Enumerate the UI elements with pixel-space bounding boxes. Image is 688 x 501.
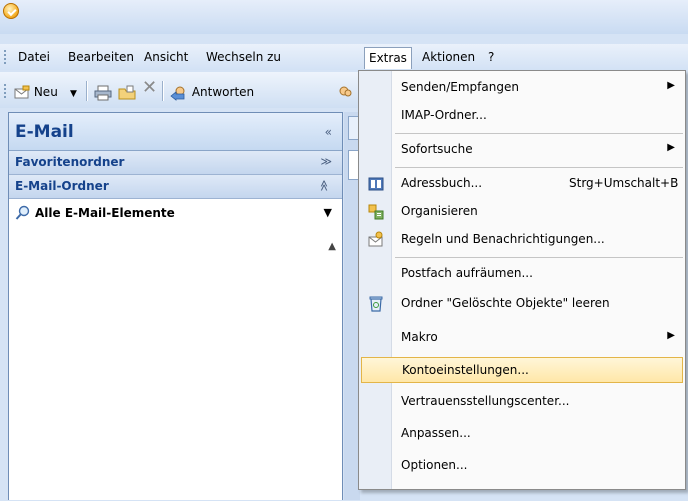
new-mail-icon <box>14 85 30 98</box>
move-to-folder-icon <box>118 85 136 99</box>
menu-item-label: Anpassen... <box>401 426 471 440</box>
favorites-label: Favoritenordner <box>15 155 125 169</box>
menu-datei[interactable]: Datei <box>14 49 54 67</box>
title-bar <box>0 0 688 34</box>
rules-icon <box>368 231 383 247</box>
print-button[interactable] <box>94 84 112 102</box>
menu-item-label: Regeln und Benachrichtigungen... <box>401 232 605 246</box>
menu-item-geloeschte-leeren[interactable]: Ordner "Gelöschte Objekte" leeren <box>361 291 683 317</box>
menu-item-label: Adressbuch... <box>401 176 483 190</box>
mail-folders-section[interactable]: E-Mail-Ordner ≫ <box>9 175 342 199</box>
menu-bar: Datei Bearbeiten Ansicht Wechseln zu Ext… <box>0 44 688 70</box>
navigation-pane: E-Mail « Favoritenordner ≫ E-Mail-Ordner… <box>8 112 343 500</box>
move-to-folder-button[interactable] <box>118 84 136 102</box>
all-mail-items-selector[interactable]: Alle E-Mail-Elemente ▼ <box>9 201 342 227</box>
menu-item-sofortsuche[interactable]: Sofortsuche ▶ <box>361 137 683 163</box>
nav-pane-title: E-Mail <box>15 122 74 142</box>
printer-icon <box>94 85 112 100</box>
new-dropdown-arrow-icon[interactable]: ▼ <box>70 86 77 104</box>
menu-item-adressbuch[interactable]: Adressbuch... Strg+Umschalt+B <box>361 171 683 197</box>
toolbar-grip[interactable] <box>4 84 8 98</box>
menu-item-kontoeinstellungen[interactable]: Kontoeinstellungen... <box>361 357 683 383</box>
menubar-grip[interactable] <box>4 50 8 64</box>
menu-item-makro[interactable]: Makro ▶ <box>361 325 683 351</box>
folder-scrollbar[interactable] <box>325 235 339 501</box>
submenu-arrow-icon: ▶ <box>667 330 675 341</box>
favorites-section[interactable]: Favoritenordner ≫ <box>9 151 342 175</box>
menu-wechseln-zu[interactable]: Wechseln zu <box>202 49 285 67</box>
menu-item-label: Postfach aufräumen... <box>401 266 533 280</box>
new-button-label: Neu <box>33 85 58 99</box>
menu-help[interactable]: ? <box>484 49 498 67</box>
reply-button-label: Antworten <box>191 85 255 99</box>
menu-item-postfach-aufraeumen[interactable]: Postfach aufräumen... <box>361 261 683 287</box>
chevron-down-icon[interactable]: ≫ <box>320 155 332 168</box>
submenu-arrow-icon: ▶ <box>667 80 675 91</box>
menu-item-organisieren[interactable]: Organisieren <box>361 199 683 225</box>
toolbar-separator <box>86 81 88 101</box>
menu-item-label: Ordner "Gelöschte Objekte" leeren <box>401 296 610 310</box>
scroll-up-icon[interactable]: ▲ <box>328 241 336 252</box>
menu-extras[interactable]: Extras <box>364 47 412 69</box>
extras-menu: Senden/Empfangen ▶ IMAP-Ordner... Sofort… <box>358 70 686 490</box>
menu-separator <box>395 133 683 134</box>
menu-item-label: Optionen... <box>401 458 468 472</box>
reply-all-icon <box>339 86 352 96</box>
menu-item-shortcut: Strg+Umschalt+B <box>569 176 679 190</box>
reply-icon <box>170 86 185 101</box>
outlook-app-icon[interactable] <box>3 3 19 19</box>
toolbar-separator <box>162 81 164 101</box>
menu-item-imap-ordner[interactable]: IMAP-Ordner... <box>361 103 683 129</box>
menu-item-label: IMAP-Ordner... <box>401 108 487 122</box>
menu-separator <box>395 257 683 258</box>
menu-item-label: Vertrauensstellungscenter... <box>401 394 570 408</box>
new-button[interactable]: Neu <box>14 84 58 102</box>
empty-trash-icon <box>369 296 383 312</box>
menu-item-label: Kontoeinstellungen... <box>402 363 529 377</box>
menu-item-vertrauensstellungscenter[interactable]: Vertrauensstellungscenter... <box>361 389 683 415</box>
menu-item-anpassen[interactable]: Anpassen... <box>361 421 683 447</box>
nav-pane-header: E-Mail « <box>9 113 342 151</box>
search-folder-icon <box>15 205 30 220</box>
submenu-arrow-icon: ▶ <box>667 142 675 153</box>
mail-folders-label: E-Mail-Ordner <box>15 179 109 193</box>
menu-bearbeiten[interactable]: Bearbeiten <box>64 49 138 67</box>
delete-icon[interactable]: ✕ <box>142 79 157 98</box>
reply-all-button[interactable] <box>334 84 352 102</box>
menu-item-senden-empfangen[interactable]: Senden/Empfangen ▶ <box>361 75 683 101</box>
address-book-icon <box>368 177 384 191</box>
menu-item-regeln[interactable]: Regeln und Benachrichtigungen... <box>361 227 683 253</box>
chevron-up-icon[interactable]: ≫ <box>318 180 331 192</box>
menu-item-label: Organisieren <box>401 204 478 218</box>
standard-toolbar: Neu ▼ ✕ Antworten <box>0 72 360 108</box>
menu-item-label: Makro <box>401 330 438 344</box>
collapse-pane-icon[interactable]: « <box>325 125 332 139</box>
all-mail-items-label: Alle E-Mail-Elemente <box>35 206 175 220</box>
menu-item-optionen[interactable]: Optionen... <box>361 453 683 479</box>
reply-button[interactable]: Antworten <box>170 84 254 102</box>
dropdown-arrow-icon[interactable]: ▼ <box>324 206 332 219</box>
menu-item-label: Senden/Empfangen <box>401 80 519 94</box>
menu-ansicht[interactable]: Ansicht <box>140 49 192 67</box>
organize-icon <box>368 204 384 220</box>
menu-aktionen[interactable]: Aktionen <box>418 49 479 67</box>
menu-item-label: Sofortsuche <box>401 142 473 156</box>
menu-separator <box>395 167 683 168</box>
